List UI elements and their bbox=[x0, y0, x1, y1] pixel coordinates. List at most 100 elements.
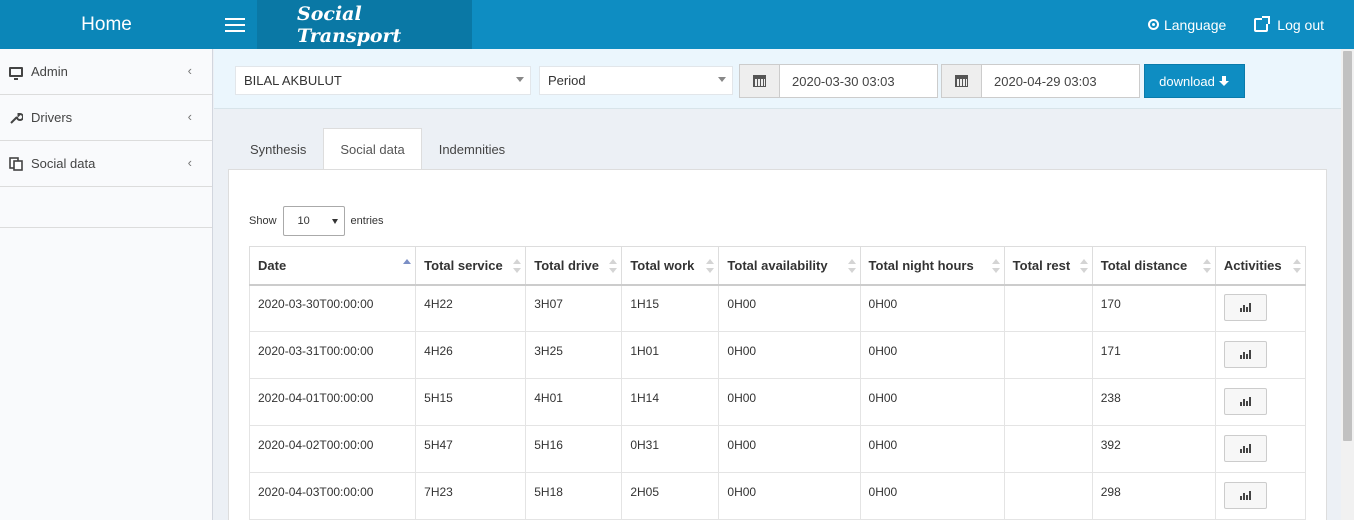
table-header-row: Date Total service Total drive Total wor… bbox=[248, 246, 1307, 286]
column-header-total-night-hours[interactable]: Total night hours bbox=[859, 246, 1005, 286]
sort-icon bbox=[847, 259, 856, 273]
bar-chart-icon[interactable] bbox=[1223, 387, 1267, 415]
tab-synthesis[interactable]: Synthesis bbox=[233, 128, 323, 170]
table-cell: 4H01 bbox=[525, 378, 623, 426]
table-cell: 0H00 bbox=[859, 331, 1005, 379]
logout-label: Log out bbox=[1277, 16, 1324, 33]
wrench-icon bbox=[8, 111, 24, 125]
table-cell: 0H00 bbox=[718, 425, 861, 473]
language-link[interactable]: Language bbox=[1147, 17, 1226, 33]
table-cell bbox=[1003, 284, 1093, 332]
bar-chart-icon[interactable] bbox=[1223, 434, 1267, 462]
app-logo: Social Transport bbox=[257, 0, 472, 49]
table-cell-activities bbox=[1214, 378, 1307, 426]
table-row: 2020-04-03T00:00:00 7H23 5H18 2H05 0H00 0H00 2… bbox=[248, 472, 1307, 520]
sort-icon bbox=[991, 259, 1000, 273]
sidebar-item-admin[interactable]: Admin ‹ bbox=[0, 49, 212, 95]
sidebar-item-drivers[interactable]: Drivers ‹ bbox=[0, 95, 212, 141]
bar-chart-icon[interactable] bbox=[1223, 340, 1267, 368]
scrollbar-thumb[interactable] bbox=[1343, 51, 1352, 441]
menu-toggle-icon[interactable] bbox=[213, 0, 257, 49]
table-cell: 171 bbox=[1091, 331, 1216, 379]
monitor-icon bbox=[8, 65, 24, 80]
table-cell: 0H00 bbox=[859, 425, 1005, 473]
table-cell: 2H05 bbox=[621, 472, 720, 520]
table-cell: 2020-04-01T00:00:00 bbox=[248, 378, 417, 426]
table-row: 2020-04-01T00:00:00 5H15 4H01 1H14 0H00 0H00 2… bbox=[248, 378, 1307, 426]
table-cell bbox=[1003, 425, 1093, 473]
table-cell: 392 bbox=[1091, 425, 1216, 473]
column-header-total-work[interactable]: Total work bbox=[621, 246, 720, 286]
column-header-total-drive[interactable]: Total drive bbox=[525, 246, 623, 286]
column-header-activities[interactable]: Activities bbox=[1214, 246, 1307, 286]
sort-icon bbox=[609, 259, 618, 273]
table-cell: 238 bbox=[1091, 378, 1216, 426]
filter-bar: BILAL AKBULUT Period 2020-03-30 03:03 20… bbox=[214, 49, 1341, 109]
table-cell: 5H15 bbox=[415, 378, 527, 426]
table-cell: 5H16 bbox=[525, 425, 623, 473]
table-cell: 170 bbox=[1091, 284, 1216, 332]
length-menu: Show 10 entries bbox=[249, 206, 384, 236]
sidebar-item-social-data[interactable]: Social data ‹ bbox=[0, 141, 212, 187]
table-cell: 5H18 bbox=[525, 472, 623, 520]
table-cell-activities bbox=[1214, 472, 1307, 520]
bar-chart-icon[interactable] bbox=[1223, 481, 1267, 509]
calendar-icon[interactable] bbox=[941, 64, 982, 98]
calendar-icon[interactable] bbox=[739, 64, 780, 98]
language-icon bbox=[1147, 19, 1159, 30]
logout-link[interactable]: Log out bbox=[1254, 15, 1324, 33]
copy-icon bbox=[8, 156, 24, 171]
table-row: 2020-03-31T00:00:00 4H26 3H25 1H01 0H00 0H00 1… bbox=[248, 331, 1307, 379]
tab-social-data[interactable]: Social data bbox=[323, 128, 422, 170]
sidebar-spacer bbox=[0, 187, 212, 228]
table-cell: 3H07 bbox=[525, 284, 623, 332]
top-navbar: Home Social Transport Language Log out bbox=[0, 0, 1354, 49]
bar-chart-icon[interactable] bbox=[1223, 293, 1267, 321]
caret-down-icon bbox=[331, 219, 338, 224]
sort-icon bbox=[1079, 259, 1088, 273]
end-date-input[interactable]: 2020-04-29 03:03 bbox=[982, 64, 1140, 98]
tab-indemnities[interactable]: Indemnities bbox=[422, 128, 522, 170]
table-cell: 1H15 bbox=[621, 284, 720, 332]
tab-content-panel: Show 10 entries Date Total service Total… bbox=[228, 169, 1327, 520]
period-select[interactable]: Period bbox=[539, 66, 733, 95]
table-cell: 3H25 bbox=[525, 331, 623, 379]
download-button[interactable]: download bbox=[1144, 64, 1245, 98]
table-cell: 0H00 bbox=[718, 284, 861, 332]
chevron-left-icon: ‹ bbox=[187, 63, 192, 78]
external-link-icon bbox=[1254, 15, 1271, 32]
table-cell bbox=[1003, 331, 1093, 379]
table-cell: 0H00 bbox=[859, 378, 1005, 426]
table-cell bbox=[1003, 472, 1093, 520]
column-header-total-availability[interactable]: Total availability bbox=[718, 246, 861, 286]
table-cell: 1H14 bbox=[621, 378, 720, 426]
table-cell: 0H00 bbox=[859, 284, 1005, 332]
table-cell: 0H31 bbox=[621, 425, 720, 473]
start-date-input[interactable]: 2020-03-30 03:03 bbox=[780, 64, 938, 98]
table-cell: 2020-03-30T00:00:00 bbox=[248, 284, 417, 332]
table-cell: 4H22 bbox=[415, 284, 527, 332]
start-date-group: 2020-03-30 03:03 bbox=[739, 64, 938, 98]
sort-icon bbox=[1293, 259, 1301, 273]
caret-down-icon bbox=[516, 77, 524, 82]
table-cell: 2020-04-03T00:00:00 bbox=[248, 472, 417, 520]
page-scrollbar[interactable] bbox=[1341, 49, 1354, 520]
table-cell: 2020-03-31T00:00:00 bbox=[248, 331, 417, 379]
period-select-value: Period bbox=[548, 73, 586, 88]
table-row: 2020-03-30T00:00:00 4H22 3H07 1H15 0H00 0H00 1… bbox=[248, 284, 1307, 332]
sort-icon bbox=[1202, 259, 1211, 273]
sidebar-item-label: Admin bbox=[31, 64, 68, 79]
table-cell: 0H00 bbox=[718, 472, 861, 520]
home-link[interactable]: Home bbox=[0, 0, 213, 49]
column-header-total-rest[interactable]: Total rest bbox=[1003, 246, 1093, 286]
column-header-total-service[interactable]: Total service bbox=[415, 246, 527, 286]
entries-select[interactable]: 10 bbox=[282, 206, 345, 236]
table-cell bbox=[1003, 378, 1093, 426]
column-header-date[interactable]: Date bbox=[248, 246, 417, 286]
entries-label: entries bbox=[350, 215, 384, 227]
table-cell: 0H00 bbox=[718, 331, 861, 379]
column-header-total-distance[interactable]: Total distance bbox=[1091, 246, 1216, 286]
sidebar-item-label: Social data bbox=[31, 156, 96, 171]
driver-select[interactable]: BILAL AKBULUT bbox=[235, 66, 531, 95]
table-cell: 1H01 bbox=[621, 331, 720, 379]
